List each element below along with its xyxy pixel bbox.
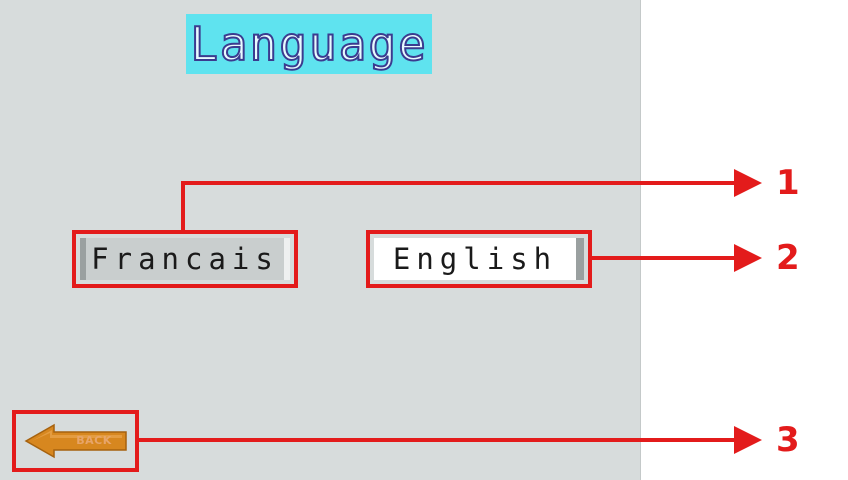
manual-figure: Language Francais English BACK 1 2 3 [0,0,848,480]
callout-box-back [12,410,139,472]
leader-arrow-3 [734,426,762,454]
leader-arrow-1 [734,169,762,197]
page-title: Language [189,17,428,71]
callout-box-francais [72,230,298,288]
callout-box-english [366,230,592,288]
leader-arrow-2 [734,244,762,272]
title-banner: Language [186,14,432,74]
callout-number-1: 1 [776,163,800,203]
callout-number-3: 3 [776,420,800,460]
callout-number-2: 2 [776,238,800,278]
